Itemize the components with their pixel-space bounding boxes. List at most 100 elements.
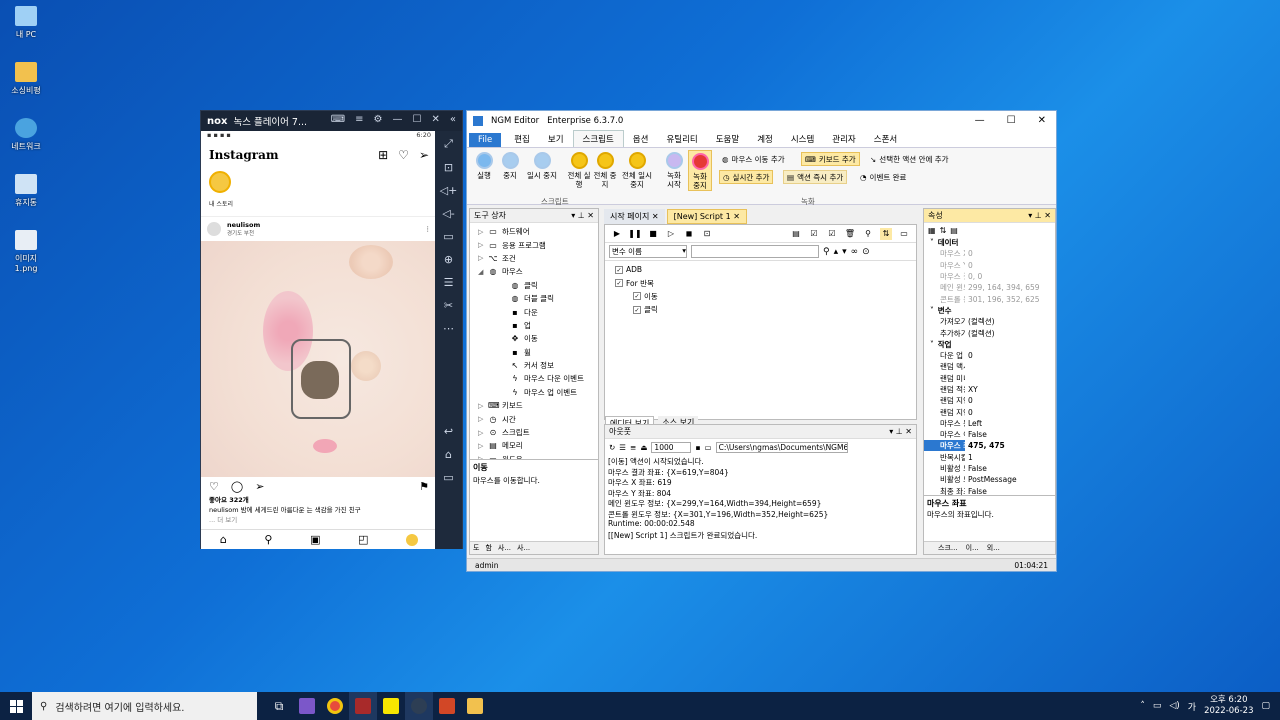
tool-1-icon[interactable]: ▤ — [790, 228, 802, 240]
shop-icon[interactable]: ◰ — [358, 533, 368, 546]
tab-admin[interactable]: 관리자 — [823, 131, 864, 147]
close-icon[interactable]: ✕ — [1038, 115, 1046, 126]
more-icon[interactable]: ⊙ — [862, 247, 870, 257]
tool-3-icon[interactable]: ☑ — [826, 228, 838, 240]
toolbox-item[interactable]: ▷ ▭ 응용 프로그램 — [474, 238, 594, 251]
toolbox-item[interactable]: ✥ 이동 — [474, 332, 594, 345]
tab-system[interactable]: 시스템 — [782, 131, 823, 147]
expand-icon[interactable]: ▷ — [478, 429, 488, 437]
save-icon[interactable]: ▪ — [695, 443, 700, 452]
checkbox-icon[interactable]: ✓ — [633, 305, 641, 314]
toolbox-item[interactable]: ▷ ◷ 시간 — [474, 412, 594, 425]
clock[interactable]: 오후 6:20 2022-06-23 — [1204, 695, 1253, 717]
prop-row[interactable]: 마우스 동Left — [924, 418, 1055, 429]
volume-down-icon[interactable]: ◁- — [442, 207, 454, 220]
volume-up-icon[interactable]: ◁+ — [440, 184, 458, 197]
add-mouse-move-button[interactable]: ◍ 마우스 이동 추가 — [719, 152, 788, 166]
prop-row[interactable]: 반복시킬 1 — [924, 452, 1055, 463]
prop-row[interactable]: 랜덤 지연0 — [924, 406, 1055, 417]
step-icon[interactable]: ▷ — [665, 228, 677, 240]
kakaotalk-icon[interactable] — [377, 692, 405, 720]
count-input[interactable]: 1000 — [651, 441, 692, 453]
prop-row[interactable]: 콘트롤 윈301, 196, 352, 625 — [924, 293, 1055, 304]
expand-icon[interactable]: ▷ — [478, 228, 488, 236]
toolbox-item[interactable]: ◍ 더블 클릭 — [474, 292, 594, 305]
expand-icon[interactable]: ◢ — [478, 268, 488, 276]
trash-icon[interactable]: 🗑 — [844, 228, 856, 240]
tray-volume-icon[interactable]: ◁) — [1169, 701, 1179, 711]
nox-settings-icon[interactable]: ⚙ — [374, 114, 383, 125]
powerpoint-icon[interactable] — [433, 692, 461, 720]
tab-sponsor[interactable]: 스폰서 — [865, 131, 906, 147]
toolbox-tab-1[interactable]: 함 — [485, 543, 491, 553]
run-all-button[interactable]: 전체 실행 — [567, 152, 591, 189]
more-icon[interactable]: ⋮ — [425, 225, 432, 233]
pause-icon[interactable]: ❚❚ — [628, 228, 641, 240]
nox-close-icon[interactable]: ✕ — [431, 114, 439, 125]
post-image[interactable] — [201, 241, 437, 477]
search-icon[interactable]: ⚲ — [823, 247, 830, 257]
realtime-add-button[interactable]: ◷ 실시간 추가 — [719, 170, 774, 184]
tab-options[interactable]: 옵션 — [624, 131, 658, 147]
toolbox-item[interactable]: ↖ 커서 정보 — [474, 359, 594, 372]
toolbox-item[interactable]: ▪ 업 — [474, 319, 594, 332]
pause-button[interactable]: 일시 중지 — [524, 152, 560, 180]
refresh-icon[interactable]: ↻ — [609, 443, 615, 452]
add-keyboard-button[interactable]: ⌨ 키보드 추가 — [801, 152, 860, 166]
toolbox-tab-3[interactable]: 사... — [517, 543, 530, 553]
expand-icon[interactable]: ▷ — [478, 241, 488, 249]
toolbox-item[interactable]: ϟ 마우스 업 이벤트 — [474, 386, 594, 399]
tab-start-page[interactable]: 시작 페이지 ✕ — [604, 209, 665, 224]
prop-row[interactable]: 비활성 모False — [924, 463, 1055, 474]
prop-row[interactable]: 마우스 좌475, 475 — [924, 440, 1055, 452]
script-node[interactable]: ✓ 클릭 — [611, 303, 910, 316]
profile-icon[interactable] — [406, 533, 419, 546]
tray-chevron-icon[interactable]: ˄ — [1140, 701, 1145, 711]
prop-row[interactable]: 마우스 X0 — [924, 248, 1055, 259]
script-node[interactable]: ✓ 이동 — [611, 290, 910, 303]
chrome-icon[interactable] — [321, 692, 349, 720]
nox-collapse-icon[interactable]: « — [450, 114, 456, 125]
prop-row[interactable]: 랜덤 지연0 — [924, 395, 1055, 406]
toolbox-item[interactable]: ▷ ▭ 하드웨어 — [474, 225, 594, 238]
tab-file[interactable]: File — [469, 133, 502, 147]
nox-minimize-icon[interactable]: — — [393, 114, 403, 125]
toolbox-item[interactable]: ▷ ▤ 메모리 — [474, 439, 594, 452]
bookmark-icon[interactable]: ⚑ — [419, 480, 429, 493]
prop-row[interactable]: 랜덤 미니 — [924, 373, 1055, 384]
ngm-taskbar-icon[interactable] — [349, 692, 377, 720]
tray-network-icon[interactable]: ▭ — [1153, 701, 1162, 711]
toolbox-item[interactable]: ▪ 휠 — [474, 346, 594, 359]
toolbox-item[interactable]: ◢ ◍ 마우스 — [474, 265, 594, 278]
avatar[interactable] — [207, 222, 221, 236]
maximize-icon[interactable]: ☐ — [1007, 115, 1016, 126]
expand-icon[interactable]: ▷ — [478, 442, 488, 450]
toolbox-tab-0[interactable]: 도 — [473, 543, 479, 553]
toolbox-tab-2[interactable]: 사... — [498, 543, 511, 553]
toolbox-item[interactable]: ▷ ⊙ 스크립트 — [474, 426, 594, 439]
add-in-selected-button[interactable]: ↘ 선택한 액션 안에 추가 — [867, 152, 952, 166]
props-tab-0[interactable]: 스크... — [938, 543, 958, 553]
android-screen[interactable]: ▪ ▪ ▪ ▪ 6:20 Instagram ⊞ ♡ ➢ 내 스토리 neulisom… — [201, 131, 437, 549]
folder-icon[interactable]: ▭ — [705, 443, 712, 452]
play-icon[interactable]: ▶ — [611, 228, 623, 240]
props-section[interactable]: ˅ 작업 — [924, 339, 1055, 350]
record-icon[interactable]: ◼ — [683, 228, 695, 240]
tab-help[interactable]: 도움말 — [707, 131, 748, 147]
tray-ime-icon[interactable]: 가 — [1188, 700, 1196, 713]
props-tab-2[interactable]: 외... — [987, 543, 1000, 553]
start-button[interactable] — [0, 692, 32, 720]
desktop-icon-pc[interactable]: 내 PC — [4, 6, 48, 40]
list2-icon[interactable]: ≡ — [630, 443, 636, 452]
script-node[interactable]: ✓ ADB — [611, 263, 910, 276]
props-tab-1[interactable]: 이... — [966, 543, 979, 553]
reels-icon[interactable]: ▣ — [310, 533, 320, 546]
tab-utility[interactable]: 유틸리티 — [657, 131, 706, 147]
back-icon[interactable]: ↩ — [444, 425, 453, 438]
notification-icon[interactable]: ▢ — [1261, 701, 1270, 711]
down-icon[interactable]: ▾ — [842, 247, 847, 257]
explorer-icon[interactable] — [461, 692, 489, 720]
upload-icon[interactable]: ⏏ — [640, 443, 647, 452]
path-input[interactable]: C:\Users\ngmas\Documents\NGM6\ — [715, 441, 848, 453]
stop-button[interactable]: 중지 — [499, 152, 521, 180]
